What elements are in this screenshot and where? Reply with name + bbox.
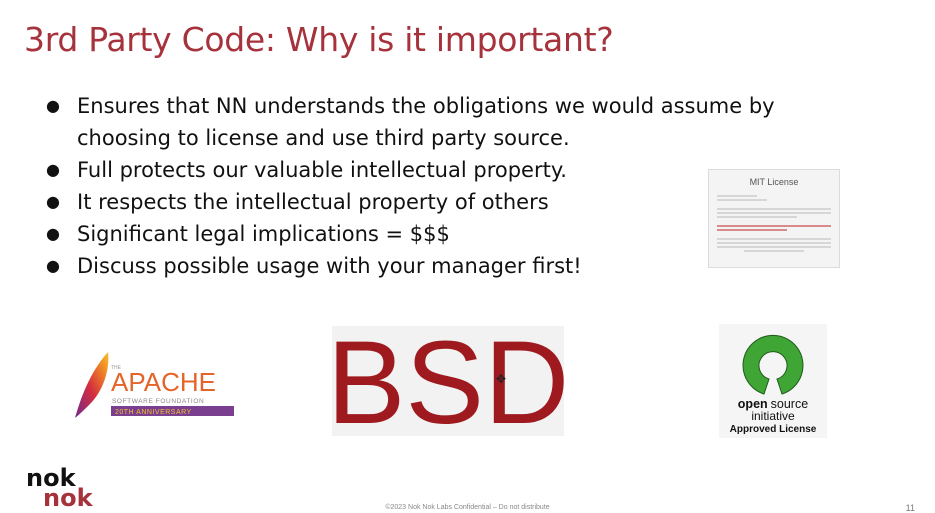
- page-number: 11: [905, 503, 915, 513]
- bullet-dot-icon: ●: [46, 192, 60, 211]
- svg-text:Approved License: Approved License: [730, 424, 817, 435]
- bsd-wordmark: BSD: [332, 326, 564, 436]
- nok-nok-logo: nok nok: [26, 464, 93, 512]
- svg-text:✥: ✥: [496, 372, 506, 386]
- bullet-item: ● Ensures that NN understands the obligat…: [46, 90, 836, 154]
- svg-text:20TH ANNIVERSARY: 20TH ANNIVERSARY: [115, 409, 192, 416]
- svg-text:initiative: initiative: [751, 409, 795, 423]
- confidential-footer: ©2023 Nok Nok Labs Confidential – Do not…: [385, 504, 550, 511]
- bullet-dot-icon: ●: [46, 224, 60, 243]
- bsd-logo: BSD ✥: [332, 326, 564, 436]
- bullet-dot-icon: ●: [46, 160, 60, 179]
- svg-text:SOFTWARE FOUNDATION: SOFTWARE FOUNDATION: [112, 398, 204, 405]
- apache-logo: THE APACHE SOFTWARE FOUNDATION 20TH ANNI…: [75, 352, 234, 418]
- apache-wordmark: APACHE: [111, 367, 216, 397]
- osi-logo: open source initiative Approved License: [719, 324, 827, 438]
- bullet-dot-icon: ●: [46, 256, 60, 275]
- bullet-dot-icon: ●: [46, 96, 60, 115]
- mit-license-title: MIT License: [749, 177, 799, 187]
- mit-license-image: MIT License: [708, 169, 840, 268]
- slide-title: 3rd Party Code: Why is it important?: [24, 20, 614, 59]
